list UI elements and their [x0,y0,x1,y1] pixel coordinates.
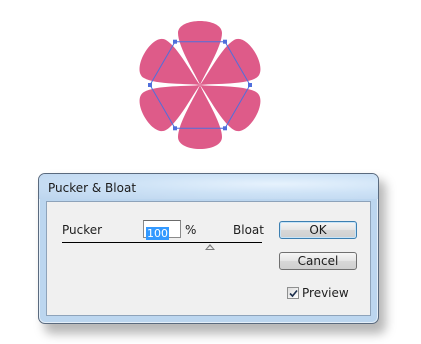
anchor-point[interactable] [148,83,152,87]
anchor-point[interactable] [173,39,177,44]
pucker-bloat-dialog: Pucker & Bloat Pucker 100 % Bloat OK Can… [38,173,379,324]
bloat-label: Bloat [233,223,264,237]
checkmark-icon [289,289,298,298]
amount-slider-thumb[interactable] [205,244,215,250]
anchor-point[interactable] [223,126,227,131]
dialog-title: Pucker & Bloat [48,181,137,195]
amount-slider-track[interactable] [62,242,262,243]
pucker-label: Pucker [62,223,103,237]
flower-petals[interactable] [134,21,267,149]
preview-label: Preview [302,286,349,300]
anchor-point[interactable] [248,83,252,87]
cancel-button[interactable]: Cancel [279,252,357,270]
flower-artwork[interactable] [130,10,270,160]
dialog-title-bar[interactable]: Pucker & Bloat [39,174,378,199]
amount-input[interactable]: 100 [143,220,181,240]
ok-button[interactable]: OK [279,221,357,239]
artboard: Pucker & Bloat Pucker 100 % Bloat OK Can… [0,0,421,344]
amount-value: 100 [146,227,169,240]
anchor-point[interactable] [223,39,227,44]
percent-unit-label: % [185,223,197,237]
dialog-body: Pucker 100 % Bloat OK Cancel Preview [46,201,371,316]
preview-checkbox[interactable] [287,287,299,299]
anchor-point[interactable] [173,126,177,131]
